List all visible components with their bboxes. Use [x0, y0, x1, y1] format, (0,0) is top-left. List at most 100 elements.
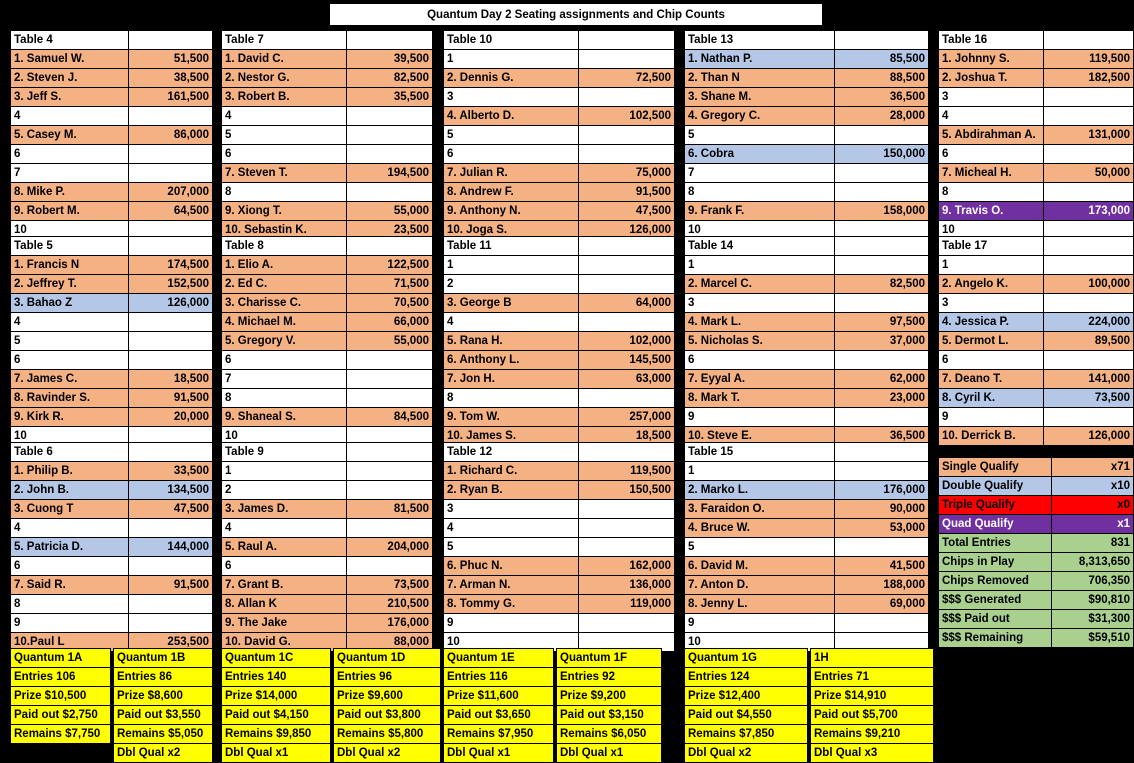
seat-row[interactable]: 5. Rana H. 102,000	[443, 331, 675, 351]
seat-row[interactable]: 5. Gregory V. 55,000	[221, 331, 433, 351]
seat-row[interactable]: 6	[10, 144, 213, 164]
seat-row[interactable]: 8. Ravinder S. 91,500	[10, 388, 213, 408]
seat-row[interactable]: 8. Allan K 210,500	[221, 594, 433, 614]
seat-row[interactable]: 3	[443, 499, 675, 519]
seat-row[interactable]: 6	[221, 350, 433, 370]
seat-row[interactable]: 4	[443, 312, 675, 332]
seat-row[interactable]: 1	[443, 49, 675, 69]
seat-row[interactable]: 2. Ryan B. 150,500	[443, 480, 675, 500]
seat-row[interactable]: 9. Frank F. 158,000	[684, 201, 929, 221]
seat-row[interactable]: 3. George B 64,000	[443, 293, 675, 313]
seat-row[interactable]: 6. Cobra 150,000	[684, 144, 929, 164]
seat-row[interactable]: 2. Joshua T. 182,500	[938, 68, 1134, 88]
seat-row[interactable]: 1. Johnny S. 119,500	[938, 49, 1134, 69]
seat-row[interactable]: 6	[938, 350, 1134, 370]
seat-row[interactable]: 2. Marcel C. 82,500	[684, 274, 929, 294]
seat-row[interactable]: 9. Robert M. 64,500	[10, 201, 213, 221]
seat-row[interactable]: 3. Faraidon O. 90,000	[684, 499, 929, 519]
seat-row[interactable]: 1. Francis N 174,500	[10, 255, 213, 275]
seat-row[interactable]: 8	[443, 388, 675, 408]
seat-row[interactable]: 2. Jeffrey T. 152,500	[10, 274, 213, 294]
seat-row[interactable]: 6	[221, 144, 433, 164]
seat-row[interactable]: 7. Said R. 91,500	[10, 575, 213, 595]
seat-row[interactable]: 6	[10, 556, 213, 576]
seat-row[interactable]: 9. Kirk R. 20,000	[10, 407, 213, 427]
seat-row[interactable]: 3	[684, 293, 929, 313]
seat-row[interactable]: 9. Travis O. 173,000	[938, 201, 1134, 221]
seat-row[interactable]: 7. Eyyal A. 62,000	[684, 369, 929, 389]
seat-row[interactable]: 7. Arman N. 136,000	[443, 575, 675, 595]
seat-row[interactable]: 5. Nicholas S. 37,000	[684, 331, 929, 351]
seat-row[interactable]: 3. Charisse C. 70,500	[221, 293, 433, 313]
seat-row[interactable]: 5	[10, 331, 213, 351]
seat-row[interactable]: 1	[938, 255, 1134, 275]
seat-row[interactable]: 4. Gregory C. 28,000	[684, 106, 929, 126]
seat-row[interactable]: 3. Jeff S. 161,500	[10, 87, 213, 107]
seat-row[interactable]: 2. Nestor G. 82,500	[221, 68, 433, 88]
seat-row[interactable]: 9	[684, 407, 929, 427]
seat-row[interactable]: 5	[221, 125, 433, 145]
seat-row[interactable]: 1	[684, 255, 929, 275]
seat-row[interactable]: 8. Cyril K. 73,500	[938, 388, 1134, 408]
seat-row[interactable]: 3	[938, 293, 1134, 313]
seat-row[interactable]: 1. David C. 39,500	[221, 49, 433, 69]
seat-row[interactable]: 6	[221, 556, 433, 576]
seat-row[interactable]: 5	[443, 125, 675, 145]
seat-row[interactable]: 9. The Jake 176,000	[221, 613, 433, 633]
seat-row[interactable]: 3. Shane M. 36,500	[684, 87, 929, 107]
seat-row[interactable]: 7. Steven T. 194,500	[221, 163, 433, 183]
seat-row[interactable]: 9	[443, 613, 675, 633]
seat-row[interactable]: 2. Than N 88,500	[684, 68, 929, 88]
seat-row[interactable]: 7. Micheal H. 50,000	[938, 163, 1134, 183]
seat-row[interactable]: 8	[938, 182, 1134, 202]
seat-row[interactable]: 1. Nathan P. 85,500	[684, 49, 929, 69]
seat-row[interactable]: 2. Ed C. 71,500	[221, 274, 433, 294]
seat-row[interactable]: 1	[443, 255, 675, 275]
seat-row[interactable]: 7. Jon H. 63,000	[443, 369, 675, 389]
seat-row[interactable]: 5	[443, 537, 675, 557]
seat-row[interactable]: 4	[221, 518, 433, 538]
seat-row[interactable]: 5	[684, 125, 929, 145]
seat-row[interactable]: 4	[10, 518, 213, 538]
seat-row[interactable]: 9. Anthony N. 47,500	[443, 201, 675, 221]
seat-row[interactable]: 8. Andrew F. 91,500	[443, 182, 675, 202]
seat-row[interactable]: 7. Anton D. 188,000	[684, 575, 929, 595]
seat-row[interactable]: 1. Elio A. 122,500	[221, 255, 433, 275]
seat-row[interactable]: 2	[221, 480, 433, 500]
seat-row[interactable]: 4	[10, 312, 213, 332]
seat-row[interactable]: 8. Mark T. 23,000	[684, 388, 929, 408]
seat-row[interactable]: 1. Philip B. 33,500	[10, 461, 213, 481]
seat-row[interactable]: 1	[221, 461, 433, 481]
seat-row[interactable]: 3	[938, 87, 1134, 107]
seat-row[interactable]: 7. Deano T. 141,000	[938, 369, 1134, 389]
seat-row[interactable]: 3. Cuong T 47,500	[10, 499, 213, 519]
seat-row[interactable]: 9. Shaneal S. 84,500	[221, 407, 433, 427]
seat-row[interactable]: 2. Dennis G. 72,500	[443, 68, 675, 88]
seat-row[interactable]: 4. Mark L. 97,500	[684, 312, 929, 332]
seat-row[interactable]: 4	[938, 106, 1134, 126]
seat-row[interactable]: 7	[10, 163, 213, 183]
seat-row[interactable]: 4. Michael M. 66,000	[221, 312, 433, 332]
seat-row[interactable]: 1	[684, 461, 929, 481]
seat-row[interactable]: 9	[10, 613, 213, 633]
seat-row[interactable]: 2. Steven J. 38,500	[10, 68, 213, 88]
seat-row[interactable]: 5. Casey M. 86,000	[10, 125, 213, 145]
seat-row[interactable]: 5. Raul A. 204,000	[221, 537, 433, 557]
seat-row[interactable]: 9	[938, 407, 1134, 427]
seat-row[interactable]: 1. Richard C. 119,500	[443, 461, 675, 481]
seat-row[interactable]: 2. John B. 134,500	[10, 480, 213, 500]
seat-row[interactable]: 6. Anthony L. 145,500	[443, 350, 675, 370]
seat-row[interactable]: 6	[684, 350, 929, 370]
seat-row[interactable]: 8	[684, 182, 929, 202]
seat-row[interactable]: 1. Samuel W. 51,500	[10, 49, 213, 69]
seat-row[interactable]: 4. Jessica P. 224,000	[938, 312, 1134, 332]
seat-row[interactable]: 2. Marko L. 176,000	[684, 480, 929, 500]
seat-row[interactable]: 9. Xiong T. 55,000	[221, 201, 433, 221]
seat-row[interactable]: 4	[10, 106, 213, 126]
seat-row[interactable]: 2. Angelo K. 100,000	[938, 274, 1134, 294]
seat-row[interactable]: 4. Alberto D. 102,500	[443, 106, 675, 126]
seat-row[interactable]: 7. Julian R. 75,000	[443, 163, 675, 183]
seat-row[interactable]: 7. Grant B. 73,500	[221, 575, 433, 595]
seat-row[interactable]: 6	[443, 144, 675, 164]
seat-row[interactable]: 8. Tommy G. 119,000	[443, 594, 675, 614]
